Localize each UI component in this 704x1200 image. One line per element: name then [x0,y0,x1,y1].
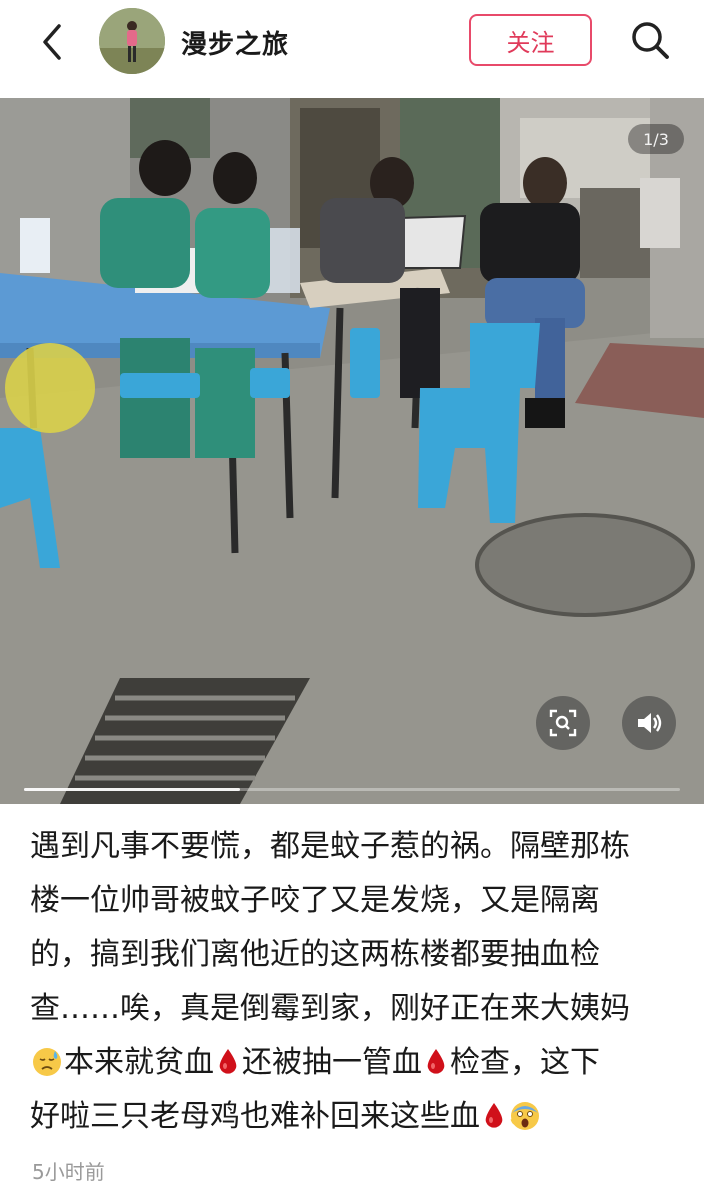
post-line: 本来就贫血 还被抽一管血 检查，这下 [30,1036,680,1090]
sound-button[interactable] [622,696,676,750]
post-line: 好啦三只老母鸡也难补回来这些血 [30,1090,680,1144]
post-text: 遇到凡事不要慌，都是蚊子惹的祸。隔壁那栋 楼一位帅哥被蚊子咬了又是发烧，又是隔离… [30,820,680,1144]
post-segment: 本来就贫血 [64,1045,214,1080]
image-counter: 1/3 [628,124,684,154]
avatar-photo [99,8,165,74]
screaming-face-emoji [510,1102,539,1130]
post-photo[interactable]: 1/3 [0,98,704,804]
follow-button[interactable]: 关注 [469,14,592,66]
post-line: 的，搞到我们离他近的这两栋楼都要抽血检 [30,937,600,972]
post-line: 楼一位帅哥被蚊子咬了又是发烧，又是隔离 [30,883,600,918]
search-icon [632,22,669,59]
post-segment: 还被抽一管血 [242,1045,422,1080]
post-segment: 检查，这下 [450,1045,600,1080]
sad-sweat-face-emoji [33,1048,61,1076]
top-bar: 漫步之旅 关注 [0,0,704,98]
post-segment: 好啦三只老母鸡也难补回来这些血 [30,1099,480,1134]
back-button[interactable] [28,18,76,66]
search-button[interactable] [624,14,676,66]
image-progress-bar [24,788,680,791]
image-search-button[interactable] [536,696,590,750]
author-name[interactable]: 漫步之旅 [181,24,289,61]
speaker-icon [638,713,662,733]
post-line: 查……唉，真是倒霉到家，刚好正在来大姨妈 [30,991,630,1026]
post-timestamp: 5小时前 [32,1160,105,1184]
alley-photo-illustration [0,98,704,804]
image-progress-fill [24,788,241,791]
avatar[interactable] [99,8,165,74]
drop-of-blood-emoji [427,1049,445,1074]
chevron-left-icon [43,24,61,60]
lens-search-icon [549,709,577,737]
drop-of-blood-emoji [485,1103,503,1128]
post-line: 遇到凡事不要慌，都是蚊子惹的祸。隔壁那栋 [30,829,630,864]
drop-of-blood-emoji [219,1049,237,1074]
